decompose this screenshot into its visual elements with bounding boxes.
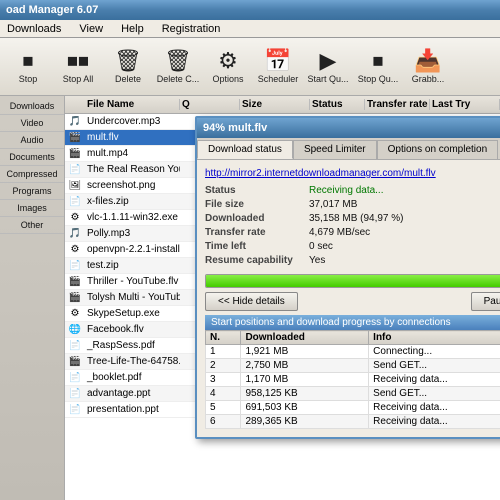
connection-row: 11,921 MBConnecting... xyxy=(206,345,500,359)
tab-options-completion[interactable]: Options on completion xyxy=(377,140,499,159)
col-info: Info xyxy=(369,331,500,345)
col-status: Status xyxy=(310,99,365,110)
stop-all-icon: ⏹⏹ xyxy=(67,50,89,72)
label-resume: Resume capability xyxy=(205,255,305,266)
sidebar-item-audio[interactable]: Audio xyxy=(0,132,64,149)
sidebar-item-images[interactable]: Images xyxy=(0,200,64,217)
delete-c-icon: 🗑 xyxy=(164,50,192,72)
menu-registration[interactable]: Registration xyxy=(159,22,224,36)
connection-row: 4958,125 KBSend GET... xyxy=(206,387,500,401)
stop-all-label: Stop All xyxy=(63,74,94,84)
delete-c-button[interactable]: 🗑 Delete C... xyxy=(154,41,202,93)
app-title: oad Manager 6.07 xyxy=(6,4,98,16)
stop-label: Stop xyxy=(19,74,38,84)
value-resume: Yes xyxy=(309,255,325,266)
col-filename: File Name xyxy=(85,99,180,110)
grab-icon: 📥 xyxy=(414,50,441,72)
info-row-filesize: File size 37,017 MB xyxy=(205,199,500,210)
col-size: Size xyxy=(240,99,310,110)
download-dialog: 94% mult.flv Download status Speed Limit… xyxy=(195,116,500,439)
value-status: Receiving data... xyxy=(309,185,384,196)
menu-downloads[interactable]: Downloads xyxy=(4,22,64,36)
progress-bar-fill xyxy=(206,275,500,287)
scheduler-button[interactable]: 📅 Scheduler xyxy=(254,41,302,93)
options-label: Options xyxy=(212,74,243,84)
tab-download-status[interactable]: Download status xyxy=(197,140,293,159)
menu-help[interactable]: Help xyxy=(118,22,147,36)
pause-button[interactable]: Pause xyxy=(471,292,500,311)
toolbar: ⏹ Stop ⏹⏹ Stop All 🗑 Delete 🗑 Delete C..… xyxy=(0,38,500,96)
connection-row: 5691,503 KBReceiving data... xyxy=(206,401,500,415)
connections-table: N. Downloaded Info 11,921 MBConnecting..… xyxy=(205,330,500,429)
connection-row: 6289,365 KBReceiving data... xyxy=(206,415,500,429)
label-status: Status xyxy=(205,185,305,196)
dialog-buttons: << Hide details Pause xyxy=(205,292,500,311)
sidebar-item-video[interactable]: Video xyxy=(0,115,64,132)
sidebar-item-documents[interactable]: Documents xyxy=(0,149,64,166)
stop-queue-label: Stop Qu... xyxy=(358,74,399,84)
grab-button[interactable]: 📥 Grabb... xyxy=(404,41,452,93)
info-row-transferrate: Transfer rate 4,679 MB/sec xyxy=(205,227,500,238)
label-timeleft: Time left xyxy=(205,241,305,252)
stop-icon: ⏹ xyxy=(22,50,33,72)
dialog-title-bar: 94% mult.flv xyxy=(197,118,500,138)
col-rate: Transfer rate xyxy=(365,99,430,110)
menu-bar: Downloads View Help Registration xyxy=(0,20,500,38)
start-queue-label: Start Qu... xyxy=(307,74,348,84)
label-transferrate: Transfer rate xyxy=(205,227,305,238)
title-bar: oad Manager 6.07 xyxy=(0,0,500,20)
progress-bar xyxy=(205,274,500,288)
download-url[interactable]: http://mirror2.internetdownloadmanager.c… xyxy=(205,168,500,179)
sidebar-item-compressed[interactable]: Compressed xyxy=(0,166,64,183)
main-area: Downloads Video Audio Documents Compress… xyxy=(0,96,500,500)
stop-button[interactable]: ⏹ Stop xyxy=(4,41,52,93)
label-filesize: File size xyxy=(205,199,305,210)
connection-row: 22,750 MBSend GET... xyxy=(206,359,500,373)
info-row-resume: Resume capability Yes xyxy=(205,255,500,266)
scheduler-label: Scheduler xyxy=(258,74,299,84)
col-n: N. xyxy=(206,331,241,345)
sidebar-item-downloads[interactable]: Downloads xyxy=(0,98,64,115)
file-list-area: File Name Q Size Status Transfer rate La… xyxy=(65,96,500,500)
scheduler-icon: 📅 xyxy=(264,50,291,72)
info-row-downloaded: Downloaded 35,158 MB (94,97 %) xyxy=(205,213,500,224)
stop-queue-button[interactable]: ⏹ Stop Qu... xyxy=(354,41,402,93)
menu-view[interactable]: View xyxy=(76,22,106,36)
dialog-tabs: Download status Speed Limiter Options on… xyxy=(197,138,500,160)
connections-header: Start positions and download progress by… xyxy=(205,315,500,330)
hide-details-button[interactable]: << Hide details xyxy=(205,292,298,311)
col-q: Q xyxy=(180,99,240,110)
value-transferrate: 4,679 MB/sec xyxy=(309,227,370,238)
info-row-status: Status Receiving data... xyxy=(205,185,500,196)
dialog-body: http://mirror2.internetdownloadmanager.c… xyxy=(197,160,500,437)
delete-label: Delete xyxy=(115,74,141,84)
sidebar: Downloads Video Audio Documents Compress… xyxy=(0,96,65,500)
delete-c-label: Delete C... xyxy=(157,74,200,84)
col-downloaded: Downloaded xyxy=(241,331,369,345)
start-queue-icon: ▶ xyxy=(320,50,337,72)
dialog-title: 94% mult.flv xyxy=(203,122,267,134)
sidebar-item-other[interactable]: Other xyxy=(0,217,64,234)
stop-queue-icon: ⏹ xyxy=(372,50,383,72)
value-filesize: 37,017 MB xyxy=(309,199,357,210)
delete-button[interactable]: 🗑 Delete xyxy=(104,41,152,93)
grab-label: Grabb... xyxy=(412,74,445,84)
options-icon: ⚙ xyxy=(218,50,238,72)
value-downloaded: 35,158 MB (94,97 %) xyxy=(309,213,404,224)
start-queue-button[interactable]: ▶ Start Qu... xyxy=(304,41,352,93)
sidebar-item-programs[interactable]: Programs xyxy=(0,183,64,200)
file-list-header: File Name Q Size Status Transfer rate La… xyxy=(65,96,500,114)
label-downloaded: Downloaded xyxy=(205,213,305,224)
options-button[interactable]: ⚙ Options xyxy=(204,41,252,93)
tab-speed-limiter[interactable]: Speed Limiter xyxy=(293,140,377,159)
col-last: Last Try xyxy=(430,99,500,110)
connection-row: 31,170 MBReceiving data... xyxy=(206,373,500,387)
stop-all-button[interactable]: ⏹⏹ Stop All xyxy=(54,41,102,93)
delete-icon: 🗑 xyxy=(114,50,142,72)
value-timeleft: 0 sec xyxy=(309,241,333,252)
info-row-timeleft: Time left 0 sec xyxy=(205,241,500,252)
